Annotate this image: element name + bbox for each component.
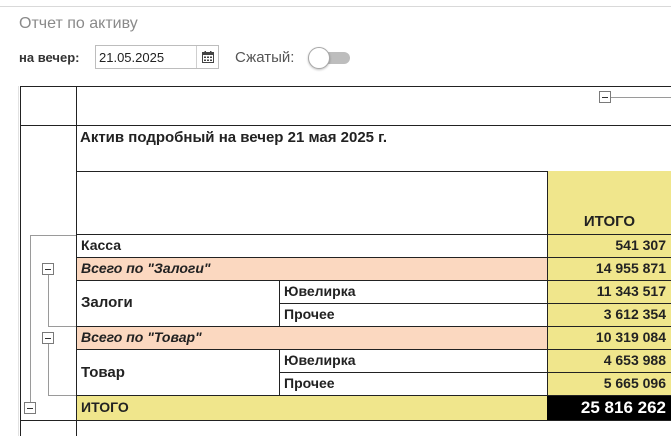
row-value-pledges-total: 14 955 871 (547, 258, 671, 280)
row-sub-pledges-other: Прочее (284, 306, 335, 322)
row-sub-pledges-jewelry: Ювелирка (284, 283, 356, 299)
collapse-columns-icon[interactable] (599, 91, 611, 103)
toggle-knob[interactable] (308, 47, 330, 69)
grand-total-value: 25 816 262 (547, 396, 671, 420)
grand-total-label: ИТОГО (77, 396, 547, 420)
row-value-goods-other: 5 665 096 (547, 373, 671, 395)
row-value-cash: 541 307 (547, 235, 671, 257)
row-sub-goods-jewelry: Ювелирка (284, 352, 356, 368)
tree-line (48, 275, 49, 327)
total-column-header: ИТОГО (547, 171, 671, 234)
date-input-separator (196, 46, 197, 68)
row-sub-goods-other: Прочее (284, 375, 335, 391)
row-label-goods: Товар (81, 364, 125, 381)
row-value-goods-total: 10 319 084 (547, 327, 671, 349)
row-value-goods-jewelry: 4 653 988 (547, 350, 671, 372)
date-input-value[interactable]: 21.05.2025 (99, 50, 164, 65)
left-sidebar (0, 86, 19, 436)
tree-line (48, 395, 76, 396)
row-label-goods-total: Всего по "Товар" (77, 327, 547, 349)
tree-line (48, 326, 76, 327)
collapse-pledges-icon[interactable] (42, 263, 54, 275)
compact-toggle[interactable] (308, 47, 351, 69)
row-value-pledges-jewelry: 11 343 517 (547, 281, 671, 303)
calendar-icon[interactable] (202, 51, 214, 63)
grid-line (20, 420, 671, 421)
tree-line (48, 344, 49, 395)
row-label-pledges: Залоги (81, 294, 133, 311)
row-label-cash: Касса (81, 237, 122, 253)
compact-label: Сжатый: (235, 49, 295, 66)
grid-line (20, 125, 671, 126)
row-label-pledges-total: Всего по "Залоги" (77, 258, 547, 280)
grid-line (20, 86, 21, 436)
tree-line (611, 97, 671, 98)
row-value-pledges-other: 3 612 354 (547, 304, 671, 326)
report-heading: Актив подробный на вечер 21 мая 2025 г. (80, 129, 388, 146)
tree-line (30, 235, 31, 402)
date-label: на вечер: (19, 50, 80, 65)
collapse-all-icon[interactable] (24, 402, 36, 414)
tree-line (30, 235, 76, 236)
collapse-goods-icon[interactable] (42, 332, 54, 344)
top-divider (0, 6, 671, 7)
page-title: Отчет по активу (19, 15, 138, 32)
grid-line (20, 86, 671, 87)
